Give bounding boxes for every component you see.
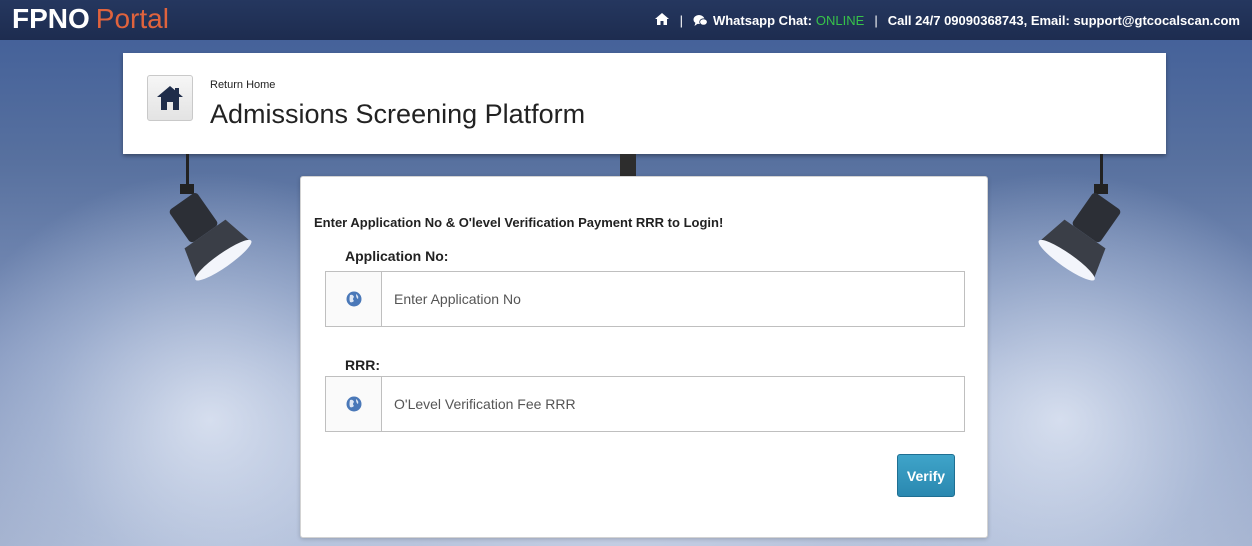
brand-primary: FPNO [12,3,90,34]
rrr-label: RRR: [345,357,380,373]
globe-icon [346,396,361,412]
chat-icon [693,14,708,26]
whatsapp-label: Whatsapp Chat: [712,13,812,28]
globe-icon [346,291,361,307]
stage-post [620,154,636,176]
login-panel: Enter Application No & O'level Verificat… [300,176,988,538]
whatsapp-chat-link[interactable]: Whatsapp Chat: ONLINE [693,13,864,28]
rrr-input[interactable] [382,377,964,431]
page-title: Admissions Screening Platform [210,99,586,129]
spotlight-left-icon [169,154,252,281]
brand-secondary: Portal [95,3,169,34]
home-icon [157,86,183,110]
online-status: ONLINE [815,13,865,28]
verify-button[interactable]: Verify [897,454,955,497]
return-home-button[interactable] [147,75,193,121]
brand-logo[interactable]: FPNO Portal [12,4,169,34]
rrr-field [325,376,965,432]
application-no-addon [326,272,382,326]
home-icon[interactable] [654,12,670,29]
application-no-label: Application No: [345,248,449,264]
header-card: Return Home Admissions Screening Platfor… [123,53,1166,154]
rrr-addon [326,377,382,431]
top-navbar: FPNO Portal | Whatsapp Chat: ONLINE | Cal… [0,0,1252,40]
return-home-link[interactable]: Return Home [210,79,275,91]
login-instructions: Enter Application No & O'level Verificat… [314,215,724,230]
application-no-input[interactable] [382,272,964,326]
application-no-field [325,271,965,327]
separator: | [874,13,878,28]
contact-info: Call 24/7 09090368743, Email: support@gt… [887,13,1240,28]
separator: | [679,13,683,28]
top-info: | Whatsapp Chat: ONLINE | Call 24/7 0909… [654,12,1240,29]
spotlight-right-icon [1038,154,1121,281]
